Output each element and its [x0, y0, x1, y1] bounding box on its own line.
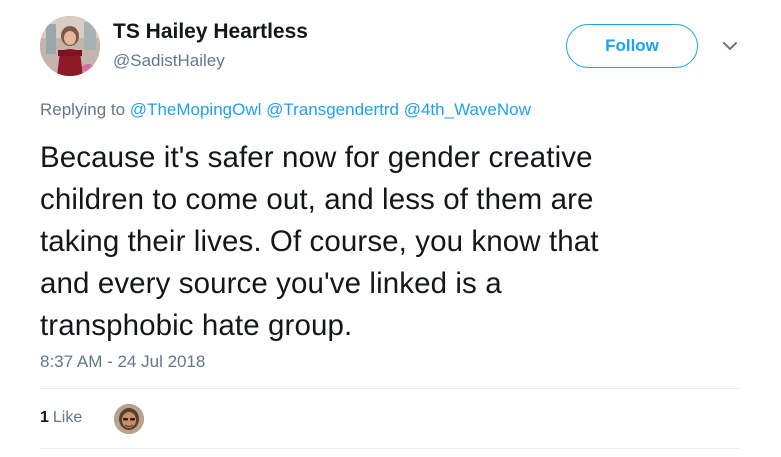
- chevron-down-icon-glyph: [723, 42, 737, 50]
- tweet-text-line: and every source you've linked is a: [40, 267, 502, 300]
- mention-link[interactable]: @4th_WaveNow: [404, 100, 531, 119]
- tweet-text-line: transphobic hate group.: [40, 309, 353, 342]
- follow-button[interactable]: Follow: [566, 24, 698, 68]
- liker-avatar-image: [114, 404, 144, 434]
- like-count: 1: [40, 409, 49, 426]
- user-avatar[interactable]: [40, 16, 100, 76]
- user-handle[interactable]: @SadistHailey: [113, 51, 225, 71]
- tweet-card: TS Hailey Heartless @SadistHailey Follow…: [0, 0, 781, 457]
- divider: [40, 448, 740, 449]
- tweet-timestamp[interactable]: 8:37 AM - 24 Jul 2018: [40, 352, 205, 372]
- tweet-text-line: children to come out, and less of them a…: [40, 183, 594, 216]
- tweet-text-line: taking their lives. Of course, you know …: [40, 225, 599, 258]
- replying-to-label: Replying to: [40, 100, 126, 119]
- avatar-image: [40, 16, 100, 76]
- like-stats[interactable]: 1 Like: [40, 409, 82, 427]
- mention-link[interactable]: @TheMopingOwl: [130, 100, 262, 119]
- mention-link[interactable]: @Transgendertrd: [266, 100, 399, 119]
- liker-avatar[interactable]: [114, 404, 144, 434]
- display-name[interactable]: TS Hailey Heartless: [113, 20, 308, 44]
- tweet-text: Because it's safer now for gender creati…: [40, 137, 740, 347]
- tweet-text-line: Because it's safer now for gender creati…: [40, 141, 593, 174]
- like-label: Like: [52, 409, 83, 426]
- divider: [40, 388, 740, 389]
- replying-to: Replying to @TheMopingOwl @Transgendertr…: [40, 100, 531, 120]
- chevron-down-icon[interactable]: [720, 38, 740, 54]
